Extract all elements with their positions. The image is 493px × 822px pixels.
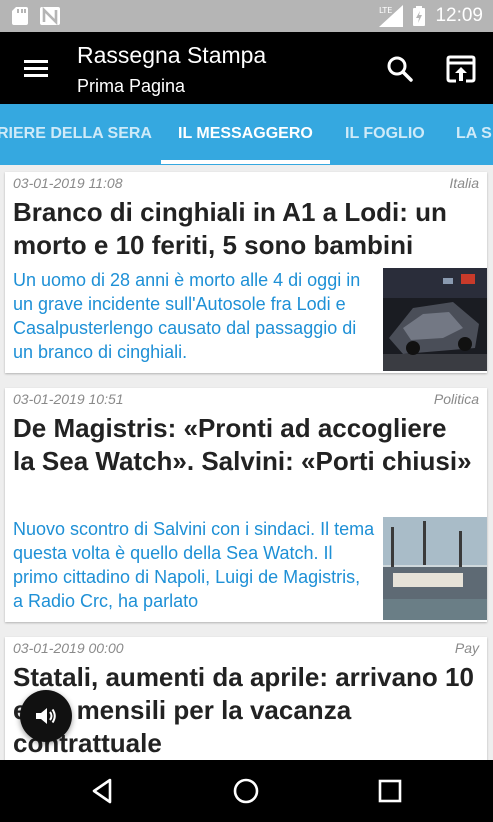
status-bar-left [12, 7, 60, 25]
app-title: Rassegna Stampa [77, 42, 267, 68]
app-bar: Rassegna Stampa Prima Pagina [0, 32, 493, 104]
sd-card-icon [12, 7, 28, 25]
article-headline[interactable]: Statali, aumenti da aprile: arrivano 10 … [13, 661, 475, 760]
article-card[interactable]: 03-01-2019 00:00 Pay Statali, aumenti da… [5, 637, 487, 767]
tab-il-messaggero[interactable]: IL MESSAGGERO [178, 104, 313, 165]
article-thumbnail[interactable] [383, 517, 487, 620]
tab-il-foglio[interactable]: IL FOGLIO [345, 104, 425, 165]
article-date: 03-01-2019 10:51 [13, 391, 124, 407]
navigation-bar [0, 760, 493, 822]
audio-fab[interactable] [20, 690, 72, 742]
tab-bar: RIERE DELLA SERA IL MESSAGGERO IL FOGLIO… [0, 104, 493, 165]
article-thumbnail[interactable] [383, 268, 487, 371]
network-type-label: LTE [379, 6, 392, 15]
open-in-browser-icon[interactable] [444, 53, 478, 85]
article-category: Politica [433, 391, 479, 407]
article-category: Pay [454, 640, 479, 656]
article-headline[interactable]: De Magistris: «Pronti ad accogliere la S… [13, 412, 475, 478]
article-card[interactable]: 03-01-2019 10:51 Politica De Magistris: … [5, 388, 487, 622]
article-category: Italia [449, 175, 479, 191]
article-headline[interactable]: Branco di cinghiali in A1 a Lodi: un mor… [13, 196, 475, 262]
article-date: 03-01-2019 00:00 [13, 640, 124, 656]
speaker-icon [36, 708, 56, 724]
home-icon[interactable] [231, 776, 261, 806]
active-tab-indicator [161, 160, 330, 164]
app-subtitle: Prima Pagina [77, 76, 186, 96]
n-notification-icon [40, 7, 60, 25]
article-date: 03-01-2019 11:08 [13, 175, 123, 191]
tab-la-s[interactable]: LA S [456, 104, 492, 165]
article-summary: Nuovo scontro di Salvini con i sindaci. … [13, 519, 375, 611]
recents-icon[interactable] [375, 776, 405, 806]
article-card[interactable]: 03-01-2019 11:08 Italia Branco di cinghi… [5, 172, 487, 373]
status-bar: LTE 12:09 [0, 0, 493, 32]
signal-icon: LTE [379, 5, 404, 27]
status-bar-right: LTE 12:09 [379, 5, 483, 27]
battery-icon [413, 6, 426, 26]
search-icon[interactable] [384, 53, 416, 85]
article-summary: Un uomo di 28 anni è morto alle 4 di ogg… [13, 270, 361, 362]
back-icon[interactable] [88, 776, 118, 806]
menu-icon[interactable] [18, 54, 54, 84]
status-time: 12:09 [435, 5, 483, 26]
tab-corriere-della-sera[interactable]: RIERE DELLA SERA [0, 104, 152, 165]
